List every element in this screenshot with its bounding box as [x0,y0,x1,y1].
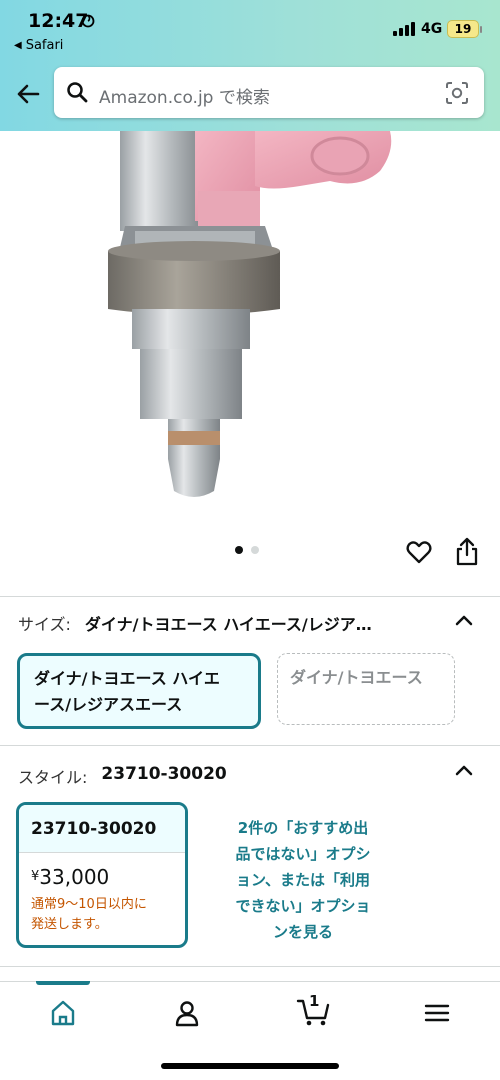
see-more-options-link[interactable]: 2件の「おすすめ出 品ではない」オプシ ョン、または「利用 できない」オプショ … [210,815,396,945]
divider [0,966,500,967]
back-app-label: Safari [25,38,64,53]
search-input[interactable]: Amazon.co.jp で検索 [54,67,484,118]
style-label: スタイル: [18,768,88,787]
focus-moon-icon [81,14,95,28]
size-option-line1: ダイナ/トヨエース ハイエ [34,669,220,688]
delivery-estimate: 通常9～10日以内に 発送します。 [31,895,181,935]
account-icon[interactable] [172,998,202,1028]
back-triangle-icon: ◀ [14,40,22,51]
cellular-signal-icon [393,22,415,36]
size-value: ダイナ/トヨエース ハイエース/レジア… [84,615,372,634]
size-selector-header[interactable]: サイズ: ダイナ/トヨエース ハイエース/レジア… [18,611,372,635]
price-value: 33,000 [39,865,110,889]
menu-icon[interactable] [422,998,452,1028]
more-options-line: 2件の「おすすめ出 [237,819,369,837]
divider [0,596,500,597]
delivery-line: 通常9～10日以内に [31,897,147,912]
size-option-unavailable[interactable]: ダイナ/トヨエース [277,653,455,725]
divider [0,745,500,746]
header: 12:47 ◀ Safari 4G 19 Amazon.co.jp で検索 [0,0,500,131]
more-options-line: ョン、または「利用 [235,871,371,889]
status-bar: 12:47 ◀ Safari 4G 19 [0,0,500,60]
back-arrow-icon[interactable] [14,80,42,108]
more-options-line: できない」オプショ [235,897,371,915]
style-option-card[interactable]: 23710-30020 ¥33,000 通常9～10日以内に 発送します。 [16,802,188,948]
nav-active-indicator [36,981,90,985]
carousel-dots[interactable] [235,546,259,554]
size-label: サイズ: [18,615,71,634]
fuel-injector-image [108,131,392,497]
more-options-line: 品ではない」オプシ [235,845,371,863]
size-option-label: ダイナ/トヨエース [290,668,423,687]
heart-icon[interactable] [405,538,433,566]
more-options-line: ンを見る [272,923,333,941]
camera-scan-icon[interactable] [445,81,469,105]
chevron-up-icon[interactable] [453,762,475,778]
product-page: 12:47 ◀ Safari 4G 19 Amazon.co.jp で検索 サイ… [0,0,500,1080]
search-icon [67,82,88,103]
back-to-app-link[interactable]: ◀ Safari [14,38,63,53]
search-placeholder: Amazon.co.jp で検索 [99,88,270,108]
home-indicator[interactable] [161,1063,339,1069]
carousel-dot[interactable] [251,546,259,554]
product-image[interactable] [0,131,500,511]
style-value: 23710-30020 [101,764,227,784]
cart-count: 1 [309,992,320,1010]
style-selector-header[interactable]: スタイル: 23710-30020 [18,764,227,788]
size-option-line2: ース/レジアスエース [34,695,183,714]
size-option-selected[interactable]: ダイナ/トヨエース ハイエ ース/レジアスエース [17,653,261,729]
home-icon[interactable] [48,998,78,1028]
network-type: 4G [421,21,443,37]
cart-button[interactable]: 1 [296,992,332,1028]
delivery-line: 発送します。 [31,917,108,932]
share-icon[interactable] [454,536,480,566]
price: ¥33,000 [31,865,109,889]
carousel-dot-active[interactable] [235,546,243,554]
style-option-title: 23710-30020 [19,805,185,853]
chevron-up-icon[interactable] [453,612,475,628]
battery-icon: 19 [447,20,482,38]
